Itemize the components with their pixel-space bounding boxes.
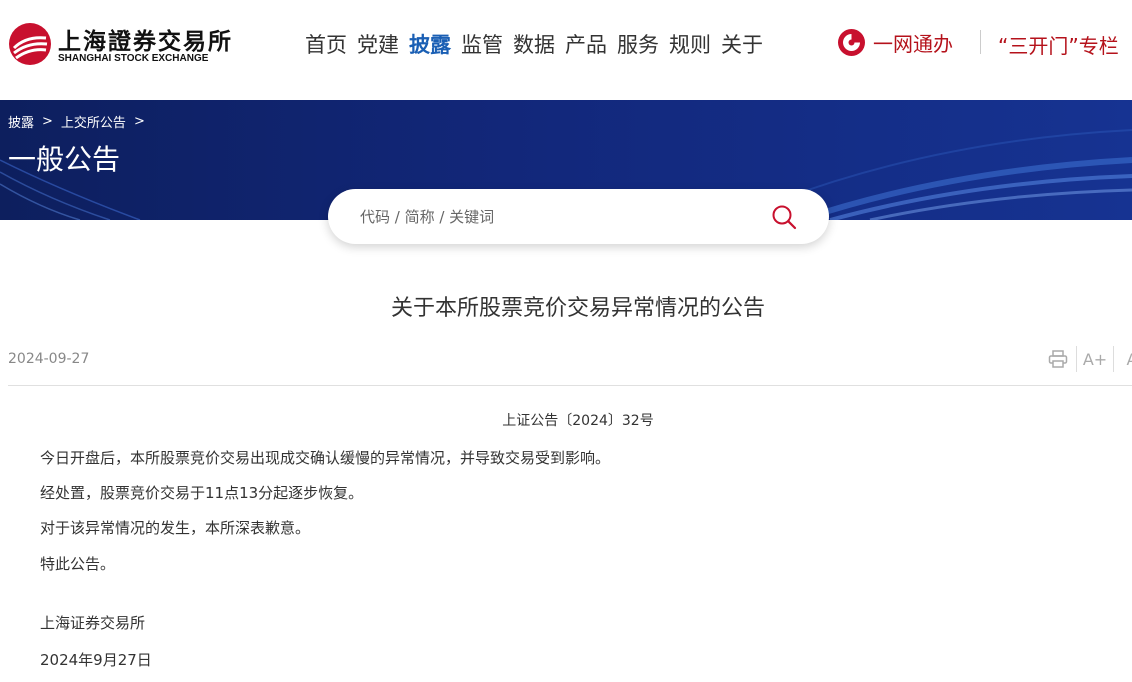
search-icon[interactable] (771, 204, 797, 230)
tool-divider (1076, 346, 1077, 372)
printer-icon (1048, 350, 1068, 368)
signature-date: 2024年9月27日 (40, 651, 152, 669)
nav-item-disclosure[interactable]: 披露 (408, 29, 452, 59)
document-number: 上证公告〔2024〕32号 (502, 413, 654, 429)
publish-date: 2024-09-27 (8, 351, 90, 367)
one-stop-service-link[interactable]: 一网通办 (838, 28, 953, 57)
breadcrumb-item-sse-announcements[interactable]: 上交所公告 (61, 112, 126, 131)
article-paragraph: 今日开盘后，本所股票竞价交易出现成交确认缓慢的异常情况，并导致交易受到影响。 (40, 449, 611, 467)
nav-item-data[interactable]: 数据 (512, 29, 556, 59)
nav-item-services[interactable]: 服务 (616, 29, 660, 59)
site-header: 上海證券交易所 SHANGHAI STOCK EXCHANGE 首页 党建 披露… (0, 0, 1132, 100)
main-nav: 首页 党建 披露 监管 数据 产品 服务 规则 关于 (304, 29, 764, 59)
article-paragraph: 对于该异常情况的发生，本所深表歉意。 (40, 519, 311, 537)
sse-logo[interactable]: 上海證券交易所 SHANGHAI STOCK EXCHANGE (8, 20, 231, 68)
nav-item-about[interactable]: 关于 (720, 29, 764, 59)
article-divider (8, 385, 1132, 386)
one-stop-service-label: 一网通办 (873, 32, 953, 56)
nav-item-party[interactable]: 党建 (356, 29, 400, 59)
page-title: 一般公告 (8, 143, 121, 176)
article-paragraph: 特此公告。 (40, 555, 116, 573)
tool-divider (1113, 346, 1114, 372)
breadcrumb: 披露 > 上交所公告 > (8, 112, 145, 131)
breadcrumb-chevron-icon: > (133, 114, 145, 129)
font-increase-button[interactable]: A+ (1083, 346, 1107, 372)
font-decrease-button[interactable]: A (1120, 346, 1132, 372)
breadcrumb-chevron-icon: > (42, 114, 53, 129)
signature-organization: 上海证券交易所 (40, 614, 146, 632)
sse-logo-icon (9, 23, 51, 65)
nav-item-home[interactable]: 首页 (304, 29, 348, 59)
breadcrumb-item-disclosure[interactable]: 披露 (8, 112, 34, 131)
logo-chinese-name: 上海證券交易所 (58, 28, 233, 55)
one-stop-service-icon (838, 29, 865, 56)
article-paragraph: 经处置，股票竞价交易于11点13分起逐步恢复。 (40, 484, 364, 502)
logo-english-name: SHANGHAI STOCK EXCHANGE (58, 53, 209, 64)
header-divider (980, 30, 981, 54)
article-title: 关于本所股票竞价交易异常情况的公告 (390, 296, 765, 321)
search-input[interactable] (358, 203, 758, 231)
nav-item-products[interactable]: 产品 (564, 29, 608, 59)
article-tools: A+ A (1046, 346, 1132, 372)
search-box (328, 189, 829, 244)
three-doors-column-link[interactable]: “三开门”专栏 (998, 30, 1119, 59)
nav-item-rules[interactable]: 规则 (668, 29, 712, 59)
print-button[interactable] (1046, 346, 1070, 372)
nav-item-supervision[interactable]: 监管 (460, 29, 504, 59)
